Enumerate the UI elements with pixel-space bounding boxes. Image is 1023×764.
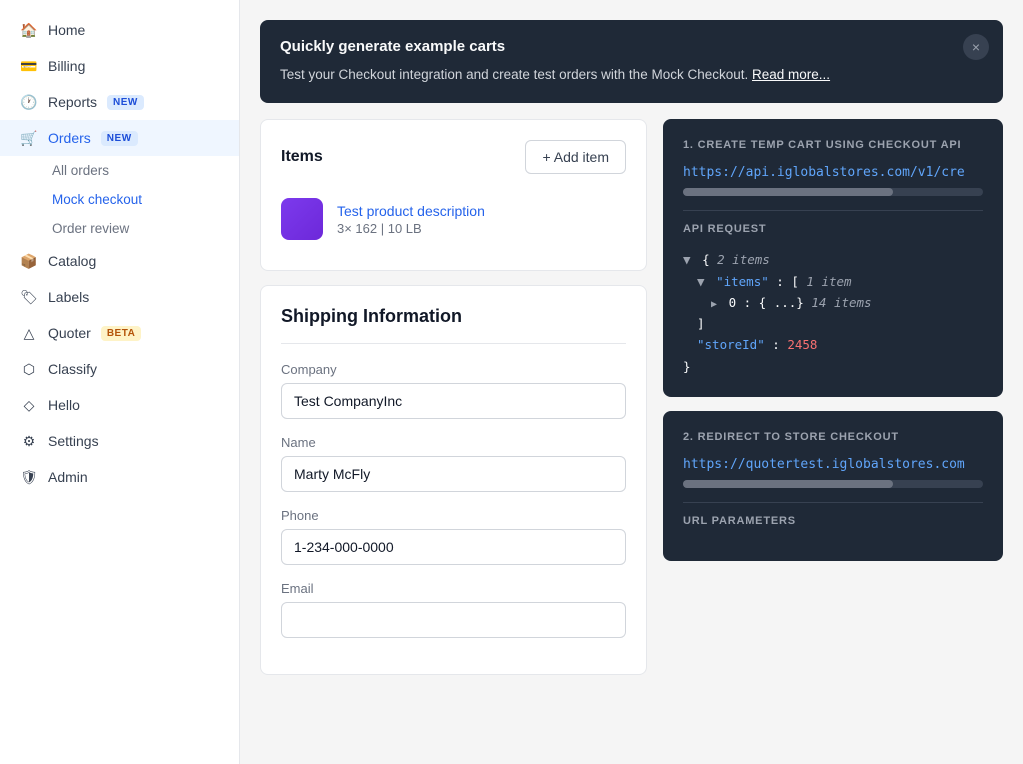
hello-icon: ◇: [20, 396, 38, 414]
name-label: Name: [281, 435, 626, 450]
name-input[interactable]: [281, 456, 626, 492]
product-row: Test product description 3× 162 | 10 LB: [281, 188, 626, 250]
sub-nav-mock-checkout[interactable]: Mock checkout: [52, 185, 239, 214]
sidebar-item-label: Settings: [48, 433, 99, 449]
left-column: Items + Add item Test product descriptio…: [260, 119, 647, 675]
phone-input[interactable]: [281, 529, 626, 565]
reports-badge: NEW: [107, 95, 144, 110]
api-request-label: API REQUEST: [683, 223, 983, 235]
api-panel-1-title: 1. CREATE TEMP CART USING CHECKOUT API: [683, 139, 983, 151]
product-meta: 3× 162 | 10 LB: [337, 221, 485, 236]
banner-title: Quickly generate example carts: [280, 38, 983, 55]
product-thumbnail: [281, 198, 323, 240]
sidebar-item-catalog[interactable]: 📦 Catalog: [0, 243, 239, 279]
phone-label: Phone: [281, 508, 626, 523]
classify-icon: ⬡: [20, 360, 38, 378]
sidebar-item-classify[interactable]: ⬡ Classify: [0, 351, 239, 387]
items-card-header: Items + Add item: [281, 140, 626, 174]
sub-nav-order-review[interactable]: Order review: [52, 214, 239, 243]
sidebar-item-label: Catalog: [48, 253, 96, 269]
name-group: Name: [281, 435, 626, 492]
sidebar-item-label: Classify: [48, 361, 97, 377]
sidebar-item-label: Admin: [48, 469, 88, 485]
shipping-title: Shipping Information: [281, 306, 626, 344]
url-scrollbar-2[interactable]: [683, 480, 983, 488]
banner-close-button[interactable]: ×: [963, 34, 989, 60]
sidebar-item-home[interactable]: 🏠 Home: [0, 12, 239, 48]
json-line-0: ▼ { 2 items: [683, 249, 983, 270]
items-card: Items + Add item Test product descriptio…: [260, 119, 647, 271]
main-content: Quickly generate example carts Test your…: [240, 0, 1023, 764]
sidebar-item-reports[interactable]: 🕐 Reports NEW: [0, 84, 239, 120]
sub-nav-all-orders[interactable]: All orders: [52, 156, 239, 185]
json-line-1: ▼ "items" : [ 1 item: [683, 271, 983, 292]
url-params-label: URL PARAMETERS: [683, 515, 983, 527]
items-title: Items: [281, 148, 323, 166]
admin-icon: 🛡: [20, 468, 38, 486]
settings-icon: ⚙: [20, 432, 38, 450]
sidebar-item-label: Orders: [48, 130, 91, 146]
product-name: Test product description: [337, 203, 485, 219]
api-panel-2-url: https://quotertest.iglobalstores.com: [683, 457, 983, 472]
labels-icon: 🏷: [20, 288, 38, 306]
triangle-icon: ▼: [697, 274, 705, 289]
api-panel-2: 2. REDIRECT TO STORE CHECKOUT https://qu…: [663, 411, 1003, 561]
sidebar-item-admin[interactable]: 🛡 Admin: [0, 459, 239, 495]
email-label: Email: [281, 581, 626, 596]
sidebar-item-label: Home: [48, 22, 85, 38]
orders-icon: 🛒: [20, 129, 38, 147]
api-panel-2-title: 2. REDIRECT TO STORE CHECKOUT: [683, 431, 983, 443]
sidebar-item-settings[interactable]: ⚙ Settings: [0, 423, 239, 459]
sidebar-item-labels[interactable]: 🏷 Labels: [0, 279, 239, 315]
shipping-card: Shipping Information Company Name Phone …: [260, 285, 647, 675]
sidebar: 🏠 Home 💳 Billing 🕐 Reports NEW 🛒 Orders …: [0, 0, 240, 764]
billing-icon: 💳: [20, 57, 38, 75]
quoter-badge: BETA: [101, 326, 141, 341]
json-line-3: ]: [683, 313, 983, 334]
banner-text: Test your Checkout integration and creat…: [280, 65, 983, 85]
sidebar-item-orders[interactable]: 🛒 Orders NEW: [0, 120, 239, 156]
email-group: Email: [281, 581, 626, 638]
banner-read-more-link[interactable]: Read more...: [752, 67, 830, 82]
api-panel-1: 1. CREATE TEMP CART USING CHECKOUT API h…: [663, 119, 1003, 397]
json-line-4: "storeId" : 2458: [683, 334, 983, 355]
add-item-button[interactable]: + Add item: [525, 140, 626, 174]
orders-sub-nav: All orders Mock checkout Order review: [0, 156, 239, 243]
sidebar-item-label: Hello: [48, 397, 80, 413]
orders-badge: NEW: [101, 131, 138, 146]
sidebar-item-label: Quoter: [48, 325, 91, 341]
company-group: Company: [281, 362, 626, 419]
phone-group: Phone: [281, 508, 626, 565]
banner: Quickly generate example carts Test your…: [260, 20, 1003, 103]
content-columns: Items + Add item Test product descriptio…: [260, 119, 1003, 675]
sidebar-item-label: Billing: [48, 58, 85, 74]
url-scrollbar-1[interactable]: [683, 188, 983, 196]
sidebar-item-quoter[interactable]: △ Quoter BETA: [0, 315, 239, 351]
sidebar-item-label: Reports: [48, 94, 97, 110]
triangle-icon: ▼: [683, 252, 691, 267]
divider-2: [683, 502, 983, 503]
url-scroll-thumb-1: [683, 188, 893, 196]
catalog-icon: 📦: [20, 252, 38, 270]
home-icon: 🏠: [20, 21, 38, 39]
triangle-icon-sm: ▶: [711, 299, 717, 310]
quoter-icon: △: [20, 324, 38, 342]
sidebar-item-billing[interactable]: 💳 Billing: [0, 48, 239, 84]
sidebar-item-hello[interactable]: ◇ Hello: [0, 387, 239, 423]
reports-icon: 🕐: [20, 93, 38, 111]
json-viewer: ▼ { 2 items ▼ "items" : [ 1 item ▶ 0 : {…: [683, 249, 983, 377]
json-line-2: ▶ 0 : { ...} 14 items: [683, 292, 983, 313]
company-input[interactable]: [281, 383, 626, 419]
divider-1: [683, 210, 983, 211]
company-label: Company: [281, 362, 626, 377]
email-input[interactable]: [281, 602, 626, 638]
url-scroll-thumb-2: [683, 480, 893, 488]
json-line-5: }: [683, 356, 983, 377]
api-panel-1-url: https://api.iglobalstores.com/v1/cre: [683, 165, 983, 180]
right-column: 1. CREATE TEMP CART USING CHECKOUT API h…: [663, 119, 1003, 561]
sidebar-item-label: Labels: [48, 289, 89, 305]
product-info: Test product description 3× 162 | 10 LB: [337, 203, 485, 236]
